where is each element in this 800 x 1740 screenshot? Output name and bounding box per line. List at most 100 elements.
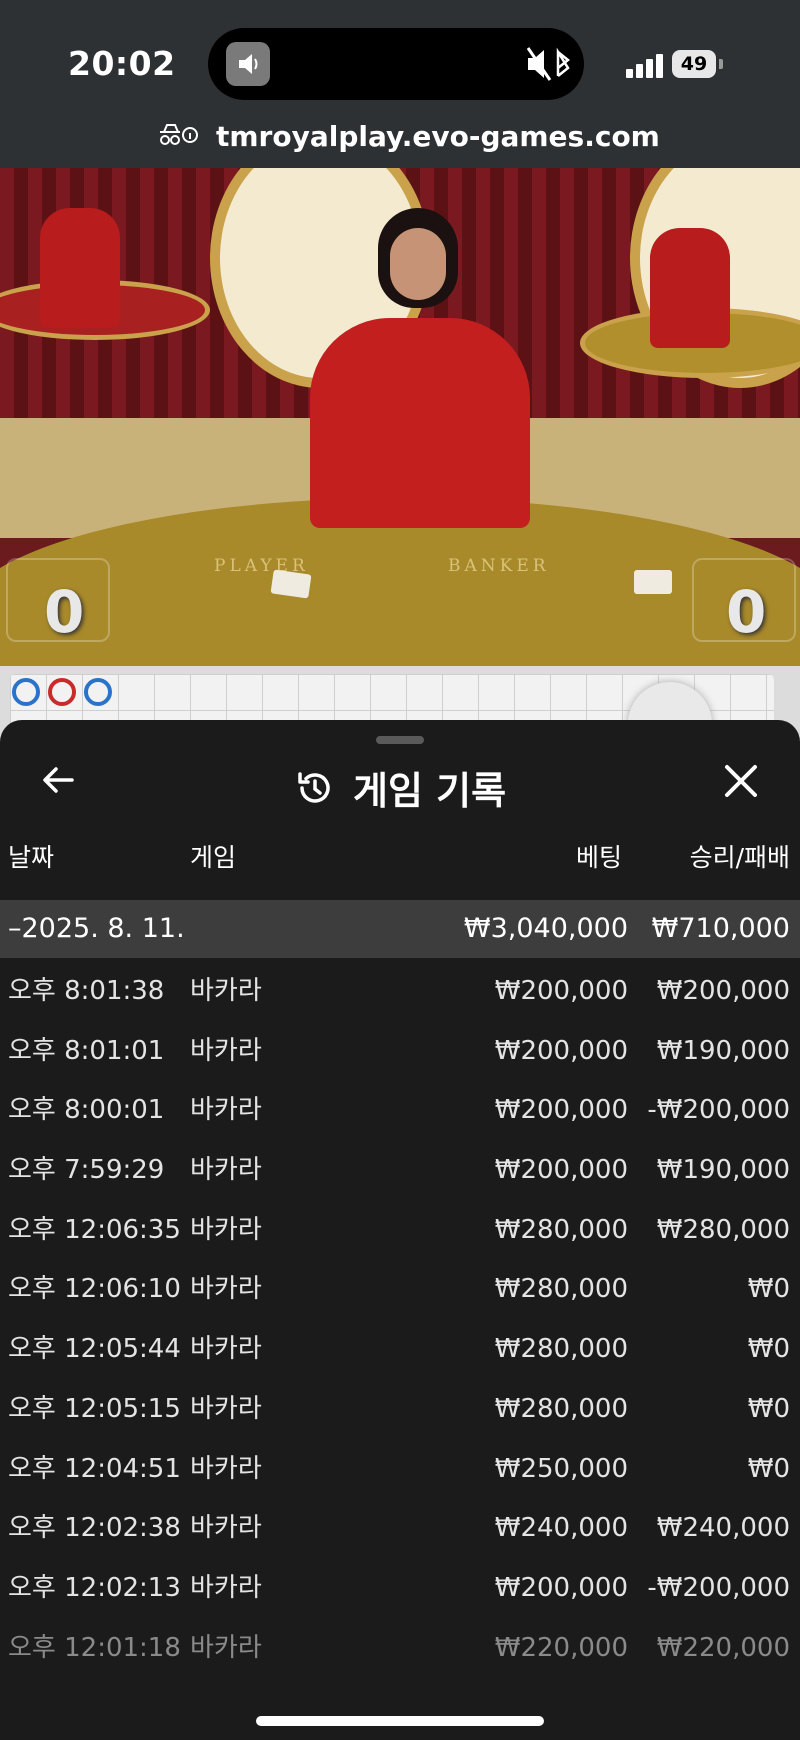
playing-card	[270, 569, 312, 599]
row-result: ₩190,000	[656, 1035, 790, 1066]
row-result: ₩280,000	[656, 1214, 790, 1245]
history-icon	[298, 771, 330, 803]
clock: 20:02	[68, 44, 176, 83]
battery-tip	[719, 59, 723, 69]
close-icon	[725, 765, 757, 797]
row-bet: ₩200,000	[494, 1095, 628, 1126]
row-bet: ₩280,000	[494, 1214, 628, 1245]
sheet-drag-handle[interactable]	[376, 736, 424, 744]
row-game: 바카라	[190, 1155, 262, 1186]
row-result: -₩200,000	[647, 1095, 790, 1126]
row-game: 바카라	[190, 1572, 262, 1603]
column-header-bet: 베팅	[575, 843, 622, 872]
bead-marker	[12, 678, 40, 706]
row-time: 오후 8:01:38	[8, 976, 165, 1006]
row-time: 오후 12:06:35	[8, 1214, 181, 1245]
row-result: ₩0	[747, 1274, 790, 1305]
url-bar[interactable]: tmroyalplay.evo-games.com	[216, 120, 660, 153]
dynamic-island	[208, 28, 584, 100]
table-row[interactable]: 오후 7:59:29 바카라 ₩200,000 ₩190,000	[0, 1141, 800, 1201]
row-bet: ₩200,000	[494, 1035, 628, 1066]
row-game: 바카라	[190, 1632, 262, 1663]
summary-date: –2025. 8. 11.	[8, 913, 185, 944]
table-row[interactable]: 오후 8:01:01 바카라 ₩200,000 ₩190,000	[0, 1022, 800, 1082]
row-bet: ₩200,000	[494, 1155, 628, 1186]
row-bet: ₩240,000	[494, 1513, 628, 1544]
row-result: ₩0	[747, 1393, 790, 1424]
table-row[interactable]: 오후 12:02:38 바카라 ₩240,000 ₩240,000	[0, 1499, 800, 1559]
row-game: 바카라	[190, 1334, 262, 1365]
bluetooth-icon	[556, 47, 571, 77]
row-result: ₩0	[747, 1334, 790, 1365]
battery-icon: 49	[672, 50, 716, 78]
table-header: 날짜 게임 베팅 승리/패배	[0, 838, 800, 882]
summary-win-loss-total: ₩710,000	[651, 913, 790, 944]
row-result: ₩220,000	[656, 1632, 790, 1663]
table-row[interactable]: 오후 12:06:10 바카라 ₩280,000 ₩0	[0, 1260, 800, 1320]
table-row[interactable]: 오후 12:05:15 바카라 ₩280,000 ₩0	[0, 1380, 800, 1440]
row-game: 바카라	[190, 1035, 262, 1066]
row-game: 바카라	[190, 1214, 262, 1245]
live-video: PLAYER BANKER 0 0	[0, 168, 800, 666]
status-bar: 20:02 49 tmroyalplay.evo-games.com	[0, 0, 800, 168]
sheet-title: 게임 기록	[353, 769, 507, 813]
table-row[interactable]: 오후 12:02:13 바카라 ₩200,000 -₩200,000	[0, 1559, 800, 1619]
player-score: 0	[44, 578, 85, 646]
row-time: 오후 12:05:15	[8, 1393, 181, 1424]
speaker-icon	[226, 42, 270, 86]
game-history-sheet: 게임 기록 날짜 게임 베팅 승리/패배 –2025. 8. 11. ₩3,04…	[0, 720, 800, 1740]
row-bet: ₩280,000	[494, 1274, 628, 1305]
mute-icon	[526, 44, 576, 91]
row-game: 바카라	[190, 1513, 262, 1544]
row-time: 오후 7:59:29	[8, 1155, 165, 1186]
table-row[interactable]: 오후 8:01:38 바카라 ₩200,000 ₩200,000	[0, 962, 800, 1022]
close-button[interactable]	[718, 758, 764, 804]
row-time: 오후 12:05:44	[8, 1334, 181, 1365]
side-dealer	[650, 228, 730, 348]
table-row[interactable]: 오후 12:04:51 바카라 ₩250,000 ₩0	[0, 1440, 800, 1500]
row-game: 바카라	[190, 976, 262, 1006]
row-time: 오후 12:02:13	[8, 1572, 181, 1603]
signal-icon	[626, 52, 666, 78]
row-bet: ₩250,000	[494, 1453, 628, 1484]
row-bet: ₩200,000	[494, 976, 628, 1006]
bead-marker	[84, 678, 112, 706]
home-indicator[interactable]	[256, 1716, 544, 1726]
row-game: 바카라	[190, 1095, 262, 1126]
row-game: 바카라	[190, 1274, 262, 1305]
column-header-win-loss: 승리/패배	[689, 843, 790, 872]
row-time: 오후 12:01:18	[8, 1632, 181, 1663]
side-dealer	[40, 208, 120, 328]
row-time: 오후 8:01:01	[8, 1035, 165, 1066]
row-time: 오후 12:06:10	[8, 1274, 181, 1305]
row-bet: ₩200,000	[494, 1572, 628, 1603]
row-result: ₩0	[747, 1453, 790, 1484]
row-game: 바카라	[190, 1393, 262, 1424]
row-game: 바카라	[190, 1453, 262, 1484]
summary-bet-total: ₩3,040,000	[463, 913, 628, 944]
bead-marker	[48, 678, 76, 706]
incognito-icon	[158, 122, 198, 154]
row-bet: ₩220,000	[494, 1632, 628, 1663]
table-row[interactable]: 오후 12:05:44 바카라 ₩280,000 ₩0	[0, 1320, 800, 1380]
date-summary-row[interactable]: –2025. 8. 11. ₩3,040,000 ₩710,000	[0, 900, 800, 958]
row-time: 오후 8:00:01	[8, 1095, 165, 1126]
column-header-game: 게임	[190, 843, 237, 872]
table-row[interactable]: 오후 12:01:18 바카라 ₩220,000 ₩220,000	[0, 1619, 800, 1679]
column-header-date: 날짜	[8, 843, 55, 872]
row-bet: ₩280,000	[494, 1393, 628, 1424]
banker-score: 0	[726, 578, 767, 646]
row-time: 오후 12:04:51	[8, 1453, 181, 1484]
row-result: -₩200,000	[647, 1572, 790, 1603]
playing-card	[634, 570, 672, 594]
banker-label: BANKER	[448, 556, 550, 576]
history-list: 오후 8:01:38 바카라 ₩200,000 ₩200,000 오후 8:01:01…	[0, 962, 800, 1678]
table-row[interactable]: 오후 8:00:01 바카라 ₩200,000 -₩200,000	[0, 1081, 800, 1141]
sheet-header: 게임 기록	[0, 760, 800, 815]
row-bet: ₩280,000	[494, 1334, 628, 1365]
row-time: 오후 12:02:38	[8, 1513, 181, 1544]
row-result: ₩200,000	[656, 976, 790, 1006]
row-result: ₩240,000	[656, 1513, 790, 1544]
table-row[interactable]: 오후 12:06:35 바카라 ₩280,000 ₩280,000	[0, 1201, 800, 1261]
dealer	[300, 208, 540, 528]
